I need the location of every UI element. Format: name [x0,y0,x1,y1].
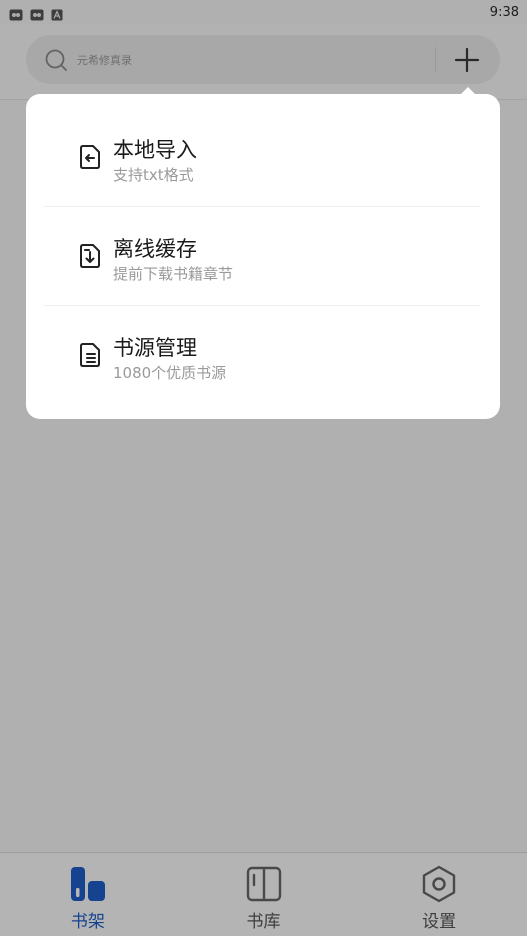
menu-item-offline-cache[interactable]: 离线缓存 提前下载书籍章节 [26,207,500,305]
file-download-icon [78,243,102,269]
menu-title-offline-cache: 离线缓存 [113,237,197,261]
menu-title-source-management: 书源管理 [113,336,197,360]
file-import-icon [78,144,102,170]
add-popup-menu: 本地导入 支持txt格式 离线缓存 提前下载书籍章节 书源管理 1080个优质书… [26,94,500,419]
menu-title-local-import: 本地导入 [113,138,197,162]
app-screen: 9:38 元希修真录 书架 书库 设置 本地导入 支持txt格式 离线缓存 提前… [0,0,527,936]
source-list-icon [78,342,102,368]
menu-item-local-import[interactable]: 本地导入 支持txt格式 [26,108,500,206]
menu-item-source-management[interactable]: 书源管理 1080个优质书源 [26,306,500,404]
menu-subtitle-source-management: 1080个优质书源 [113,364,227,382]
menu-subtitle-local-import: 支持txt格式 [113,166,194,184]
menu-subtitle-offline-cache: 提前下载书籍章节 [113,265,234,283]
